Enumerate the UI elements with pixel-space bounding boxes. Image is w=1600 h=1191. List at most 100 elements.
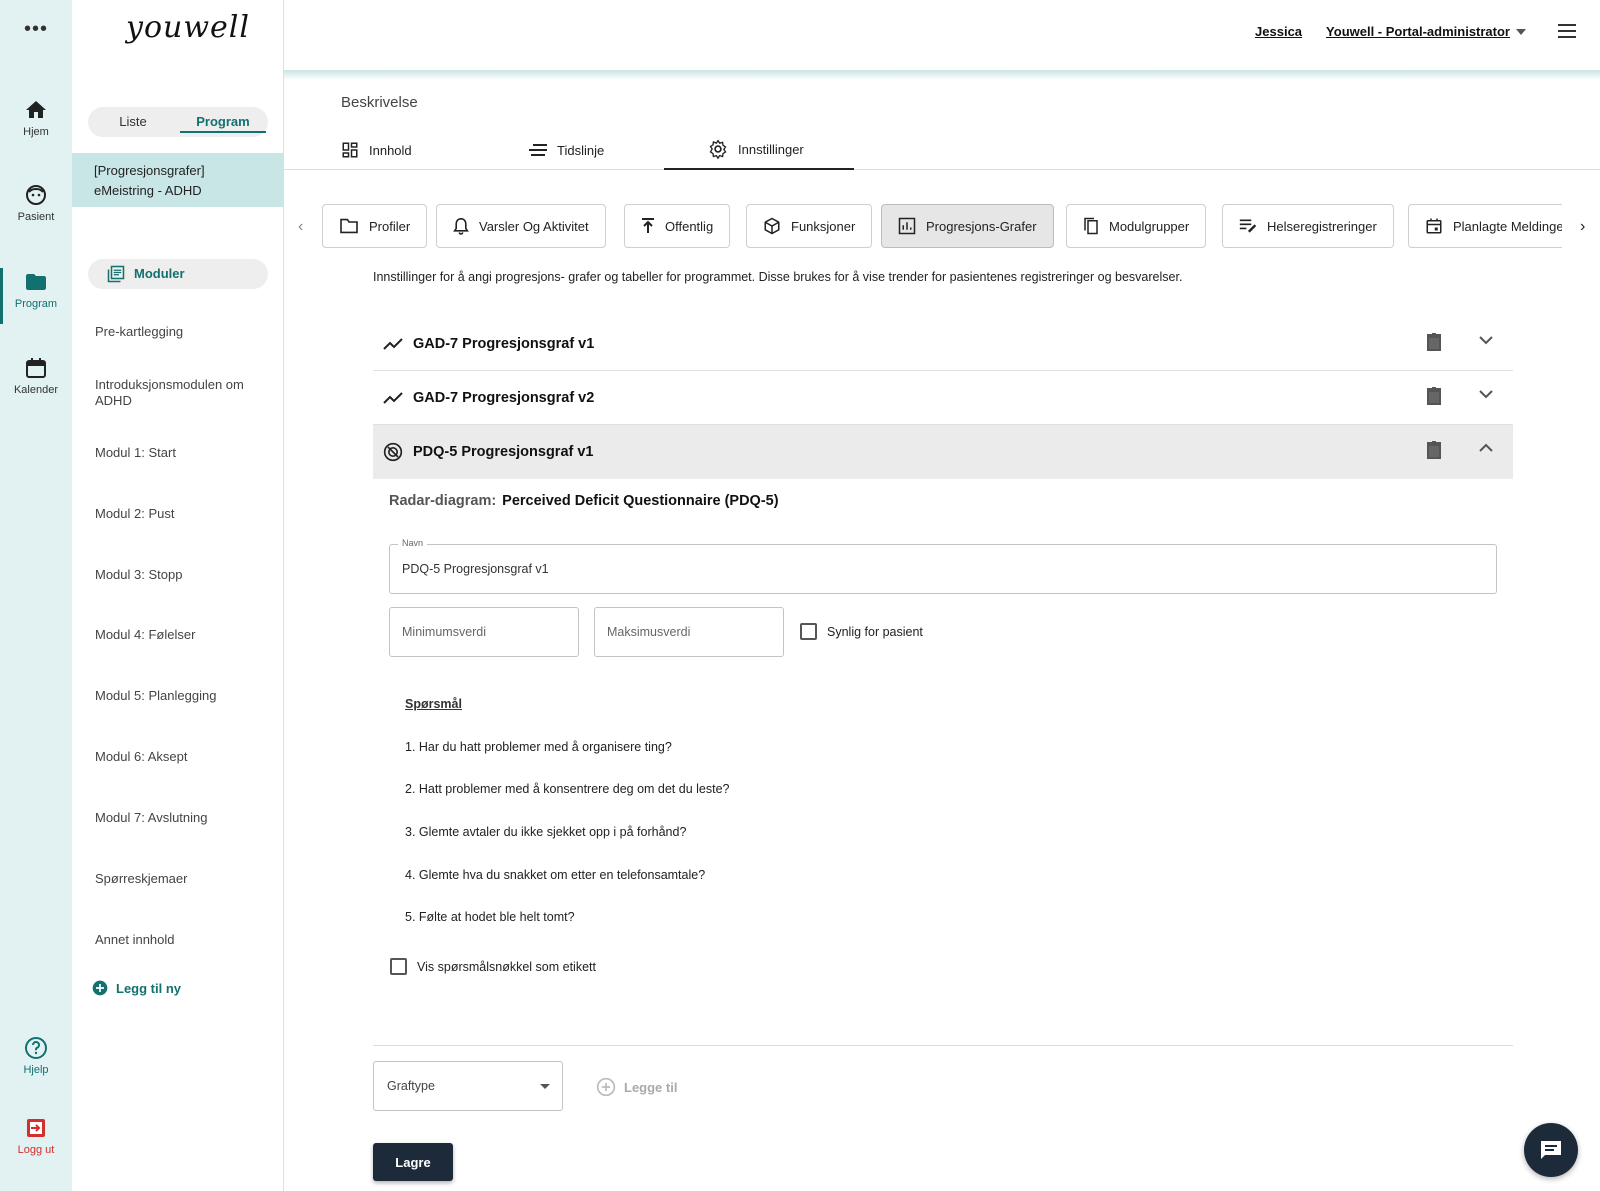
- divider: [373, 1045, 1513, 1046]
- rail-item-label: Program: [14, 298, 58, 310]
- tab-label: Innstillinger: [738, 141, 804, 157]
- menu-icon[interactable]: [1558, 24, 1576, 38]
- name-field[interactable]: Navn PDQ-5 Progresjonsgraf v1: [389, 538, 1497, 594]
- tab-innstillinger[interactable]: Innstillinger: [664, 130, 854, 170]
- rail-item-logout[interactable]: Logg ut: [0, 1116, 72, 1156]
- view-toggle: Liste Program: [88, 107, 268, 137]
- rail-item-patient[interactable]: Pasient: [0, 183, 72, 223]
- role-label: Youwell - Portal-administrator: [1326, 24, 1510, 39]
- chevron-down-icon[interactable]: [1479, 335, 1493, 345]
- min-value-field[interactable]: Minimumsverdi: [389, 607, 579, 657]
- graph-row-expanded[interactable]: PDQ-5 Progresjonsgraf v1: [373, 425, 1513, 479]
- checkbox-box[interactable]: [390, 958, 407, 975]
- plus-circle-icon: [92, 980, 108, 996]
- toggle-liste[interactable]: Liste: [88, 107, 178, 137]
- toggle-program[interactable]: Program: [178, 107, 268, 137]
- subtab-label: Planlagte Meldinger: [1453, 218, 1562, 234]
- trash-icon[interactable]: [1427, 387, 1441, 405]
- user-name[interactable]: Jessica: [1255, 24, 1302, 39]
- plus-circle-outline-icon: [596, 1077, 616, 1097]
- youwell-logo: youwell: [126, 10, 250, 45]
- add-graph-button[interactable]: Legge til: [596, 1077, 677, 1097]
- question-item: 5. Følte at hodet ble helt tomt?: [405, 910, 575, 924]
- subtab-planlagte-meldinger[interactable]: Planlagte Meldinger: [1408, 204, 1562, 248]
- save-button[interactable]: Lagre: [373, 1143, 453, 1181]
- rail-item-program[interactable]: Program: [0, 270, 72, 310]
- module-item[interactable]: Introduksjonsmodulen om ADHD: [95, 377, 265, 409]
- module-item[interactable]: Pre-kartlegging: [95, 324, 275, 340]
- module-item[interactable]: Spørreskjemaer: [95, 871, 275, 887]
- tab-label: Tidslinje: [557, 142, 605, 158]
- checkbox-box[interactable]: [800, 623, 817, 640]
- module-item[interactable]: Modul 3: Stopp: [95, 567, 275, 583]
- module-item[interactable]: Modul 2: Pust: [95, 506, 275, 522]
- program-sidebar: youwell Liste Program [Progresjonsgrafer…: [72, 0, 284, 1191]
- role-selector[interactable]: Youwell - Portal-administrator: [1326, 24, 1526, 39]
- graph-row[interactable]: GAD-7 Progresjonsgraf v2: [373, 371, 1513, 425]
- header-shadow: [284, 70, 1600, 80]
- rail-item-help[interactable]: Hjelp: [0, 1036, 72, 1076]
- grid-icon: [342, 142, 358, 158]
- subtab-label: Funksjoner: [791, 218, 856, 234]
- add-new-label: Legg til ny: [116, 980, 181, 996]
- tab-innhold[interactable]: Innhold: [341, 130, 521, 170]
- subtab-offentlig[interactable]: Offentlig: [624, 204, 731, 248]
- lines-icon: [529, 144, 547, 156]
- modules-icon: [107, 265, 125, 283]
- chat-button[interactable]: [1524, 1123, 1578, 1177]
- visible-for-patient-checkbox[interactable]: Synlig for pasient: [800, 623, 923, 640]
- subtab-varsler[interactable]: Varsler Og Aktivitet: [436, 204, 606, 248]
- modules-label: Moduler: [134, 266, 185, 281]
- add-label: Legge til: [624, 1079, 678, 1095]
- description-label[interactable]: Beskrivelse: [341, 94, 418, 111]
- trash-icon[interactable]: [1427, 441, 1441, 459]
- subtab-helseregistreringer[interactable]: Helseregistreringer: [1222, 204, 1394, 248]
- question-item: 2. Hatt problemer med å konsentrere deg …: [405, 782, 730, 796]
- subtab-funksjoner[interactable]: Funksjoner: [746, 204, 873, 248]
- subtab-profiler[interactable]: Profiler: [322, 204, 428, 248]
- folder-outline-icon: [340, 218, 358, 234]
- settings-subtabs: ‹ Profiler Varsler Og Aktivitet Offentli…: [284, 204, 1600, 248]
- home-icon: [26, 101, 46, 118]
- edit-list-icon: [1239, 219, 1257, 233]
- subtab-label: Varsler Og Aktivitet: [479, 218, 589, 234]
- subtab-progresjons-grafer[interactable]: Progresjons-Grafer: [881, 204, 1054, 248]
- module-item[interactable]: Modul 7: Avslutning: [95, 810, 275, 826]
- graph-type-select[interactable]: Graftype: [373, 1061, 563, 1111]
- help-icon: [25, 1037, 47, 1059]
- chevron-up-icon[interactable]: [1479, 443, 1493, 453]
- rail-item-home[interactable]: Hjem: [0, 98, 72, 138]
- max-value-field[interactable]: Maksimusverdi: [594, 607, 784, 657]
- scroll-left-icon[interactable]: ‹: [298, 218, 303, 236]
- rail-item-label: Logg ut: [17, 1144, 55, 1156]
- trash-icon[interactable]: [1427, 333, 1441, 351]
- rail-item-label: Pasient: [17, 211, 55, 223]
- scroll-right-icon[interactable]: ›: [1580, 218, 1585, 236]
- module-item[interactable]: Annet innhold: [95, 932, 275, 948]
- graph-type-placeholder: Graftype: [387, 1079, 435, 1093]
- rail-item-calendar[interactable]: Kalender: [0, 356, 72, 396]
- module-item[interactable]: Modul 5: Planlegging: [95, 688, 275, 704]
- chevron-down-icon[interactable]: [1479, 389, 1493, 399]
- modules-header[interactable]: Moduler: [88, 259, 268, 289]
- show-key-checkbox[interactable]: Vis spørsmålsnøkkel som etikett: [390, 958, 596, 975]
- add-new-button[interactable]: Legg til ny: [92, 980, 181, 996]
- main-tabs: Innhold Tidslinje Innstillinger: [284, 130, 1600, 170]
- selected-program[interactable]: [Progresjonsgrafer] eMeistring - ADHD: [72, 153, 284, 207]
- module-item[interactable]: Modul 4: Følelser: [95, 627, 275, 643]
- checkbox-label: Synlig for pasient: [827, 624, 923, 639]
- program-name-line1: [Progresjonsgrafer]: [94, 163, 205, 178]
- module-item[interactable]: Modul 1: Start: [95, 445, 275, 461]
- chat-icon: [1541, 1141, 1561, 1159]
- graph-title: GAD-7 Progresjonsgraf v1: [413, 335, 595, 352]
- subtab-label: Offentlig: [665, 218, 714, 234]
- subtab-modulgrupper[interactable]: Modulgrupper: [1066, 204, 1207, 248]
- checkbox-label: Vis spørsmålsnøkkel som etikett: [417, 959, 596, 974]
- graph-row[interactable]: GAD-7 Progresjonsgraf v1: [373, 317, 1513, 371]
- questions-title: Spørsmål: [405, 697, 462, 711]
- module-item[interactable]: Modul 6: Aksept: [95, 749, 275, 765]
- chart-type-label: Radar-diagram: Perceived Deficit Question…: [389, 493, 779, 509]
- more-icon[interactable]: •••: [0, 18, 72, 41]
- main-content: Beskrivelse Innhold Tidslinje Innstillin…: [284, 80, 1600, 1191]
- chart-type-key: Radar-diagram:: [389, 493, 497, 509]
